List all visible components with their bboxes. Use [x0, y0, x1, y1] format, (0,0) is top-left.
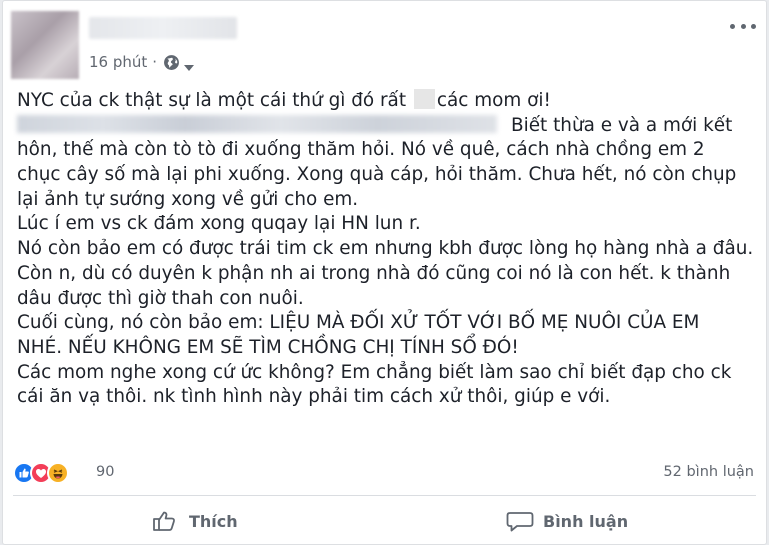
post-line: NHÉ. NẾU KHÔNG EM SẼ TÌM CHỒNG CHỊ TÍNH …: [17, 336, 519, 358]
comment-button[interactable]: Bình luận: [505, 501, 628, 541]
blurred-text: [17, 114, 497, 133]
post-line: NYC của ck thật sự là một cái thứ gì đó …: [17, 89, 551, 111]
post-line: Biết thừa e và a mới kết: [17, 114, 757, 139]
post-line: cái ăn vạ thôi. nk tình hình này phải ti…: [17, 386, 611, 408]
post-line: lại ảnh tự sướng xong về gửi cho em.: [17, 188, 359, 210]
post-body: NYC của ck thật sự là một cái thứ gì đó …: [17, 89, 757, 410]
globe-icon[interactable]: [163, 54, 180, 71]
post-line: Còn n, dù có duyên k phận nh ai trong nh…: [17, 262, 731, 284]
redaction-box: [413, 89, 435, 109]
like-button[interactable]: Thích: [151, 501, 238, 541]
comment-count[interactable]: 52 bình luận: [663, 464, 754, 480]
divider: [13, 495, 756, 496]
haha-icon: [47, 462, 69, 484]
thumbs-up-icon: [153, 511, 175, 531]
post-meta: 16 phút ·: [89, 51, 195, 73]
more-options-icon[interactable]: [730, 19, 756, 33]
post-header: 16 phút ·: [3, 1, 766, 83]
author-name-redacted[interactable]: [89, 17, 237, 39]
post-line: chục cây số mà lại phi xuống. Xong quà c…: [17, 164, 737, 186]
post-line: dâu được thì giờ thah con nuôi.: [17, 287, 304, 309]
reaction-count[interactable]: 90: [96, 464, 114, 480]
reactions-bar: 90 52 bình luận: [3, 459, 766, 487]
reaction-icons[interactable]: [13, 462, 69, 484]
comment-label: Bình luận: [543, 511, 629, 531]
post-line: Các mom nghe xong cứ ức không? Em chẳng …: [17, 361, 732, 383]
meta-separator: ·: [152, 53, 158, 71]
post-line: Lúc í em vs ck đám xong quqay lại HN lun…: [17, 213, 421, 235]
avatar[interactable]: [11, 11, 79, 79]
post-line: hôn, thế mà còn tò tò đi xuống thăm hỏi.…: [17, 139, 705, 161]
post-line: Nó còn bảo em có được trái tim ck em như…: [17, 238, 754, 260]
like-label: Thích: [189, 511, 238, 531]
chevron-down-icon[interactable]: [184, 58, 195, 71]
comment-icon: [506, 512, 534, 532]
post-time[interactable]: 16 phút: [89, 53, 147, 71]
post-card: 16 phút · NYC của ck thật sự là một cái …: [2, 0, 767, 545]
action-bar: Thích Bình luận: [3, 501, 766, 541]
post-line: Cuối cùng, nó còn bảo em: LIỆU MÀ ĐỐI XỬ…: [17, 312, 700, 334]
